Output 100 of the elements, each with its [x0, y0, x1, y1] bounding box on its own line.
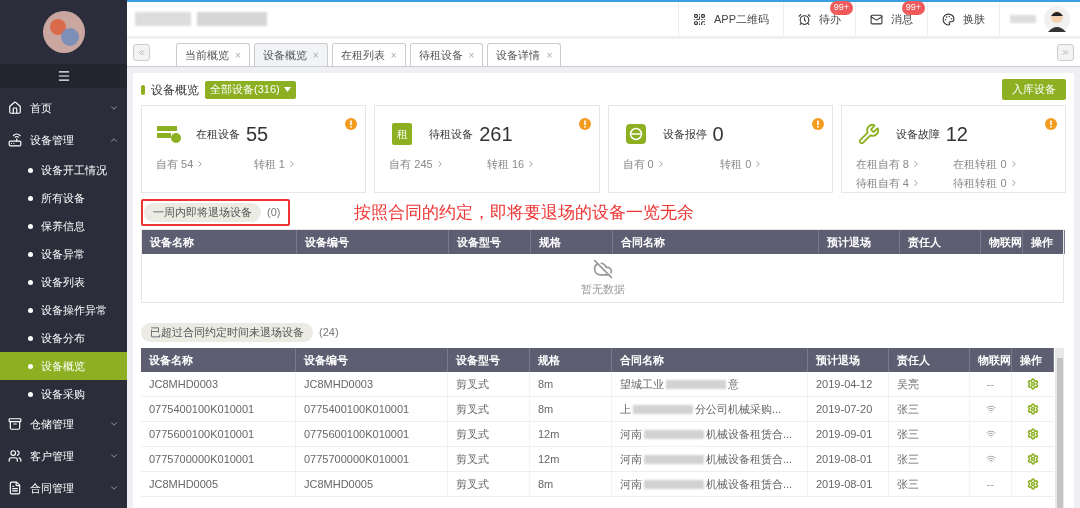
warning-icon: [345, 118, 358, 130]
contract-text: 上: [620, 401, 631, 417]
table-cell: 张三: [889, 397, 970, 421]
settings-icon[interactable]: [1027, 478, 1039, 490]
column-header: 设备型号: [448, 348, 530, 372]
settings-icon[interactable]: [1027, 453, 1039, 465]
wrench-icon: [857, 123, 880, 145]
nav-subitem[interactable]: 设备分布: [0, 324, 127, 352]
annotation-text: 按照合同的约定，即将要退场的设备一览无余: [354, 201, 695, 224]
column-header: 预计退场: [819, 230, 900, 254]
column-header: 设备名称: [142, 230, 297, 254]
stat-link[interactable]: 待租自有 4: [855, 174, 954, 191]
table-cell: 剪叉式: [448, 422, 530, 446]
column-header: 设备编号: [296, 348, 448, 372]
column-header: 责任人: [900, 230, 981, 254]
warning-icon: [1045, 118, 1057, 130]
chevron-down-icon: [109, 103, 119, 113]
stop-icon: [625, 124, 646, 144]
scroll-left-button[interactable]: [133, 44, 150, 61]
chevron-down-icon: [109, 451, 119, 461]
nav-subitem[interactable]: 设备列表: [0, 268, 127, 296]
menu-button[interactable]: [56, 69, 71, 83]
table-cell: 8m: [530, 472, 612, 496]
scrollbar[interactable]: [1055, 348, 1064, 508]
stat-link[interactable]: 转租 0: [720, 156, 818, 173]
section-label: 已超过合同约定时间未退场设备: [141, 323, 313, 342]
warning-icon: [578, 118, 591, 130]
header-button[interactable]: 待办 99+: [783, 2, 855, 36]
settings-icon[interactable]: [1027, 378, 1039, 390]
stat-link[interactable]: 自有 54: [156, 156, 254, 173]
column-header: 预计退场: [808, 348, 889, 372]
nav-subitem[interactable]: 设备采购: [0, 380, 127, 408]
stat-link[interactable]: 自有 0: [622, 156, 721, 173]
nav-item[interactable]: 设备管理: [0, 124, 127, 156]
table-cell: 0775700000K010001: [296, 447, 448, 471]
column-header: 设备编号: [297, 230, 449, 254]
settings-icon[interactable]: [1027, 428, 1039, 440]
scroll-right-button[interactable]: [1057, 44, 1074, 61]
nav-subitem[interactable]: 保养信息: [0, 212, 127, 240]
column-header: 操作: [1023, 230, 1065, 254]
table-cell: 0775600100K010001: [141, 422, 296, 446]
header-button[interactable]: APP二维码: [678, 2, 783, 36]
settings-icon[interactable]: [1027, 403, 1039, 415]
column-header: 规格: [530, 348, 612, 372]
header-button[interactable]: 消息 99+: [855, 2, 927, 36]
table-cell: 吴亮: [889, 372, 970, 396]
nav-item[interactable]: 首页: [0, 92, 127, 124]
alarm-clock-icon: [798, 12, 811, 26]
tab[interactable]: 当前概览 ×: [176, 43, 250, 66]
stat-link[interactable]: 转租 1: [253, 156, 352, 173]
user-avatar[interactable]: [1044, 6, 1070, 32]
nav-subitem[interactable]: 设备异常: [0, 240, 127, 268]
count-badge: 99+: [829, 1, 853, 15]
count-badge: 99+: [901, 1, 925, 15]
table-cell: JC8MHD0003: [296, 372, 448, 396]
nav-item[interactable]: 合同管理: [0, 472, 127, 504]
card-value: 0: [712, 122, 724, 147]
mail-icon: [870, 12, 883, 26]
tab[interactable]: 在租列表 ×: [331, 43, 406, 66]
nav-subitem[interactable]: 设备操作异常: [0, 296, 127, 324]
tab[interactable]: 待租设备 ×: [409, 43, 484, 66]
tab[interactable]: 设备详情 ×: [487, 43, 562, 66]
users-icon: [8, 449, 22, 463]
nav-subitem[interactable]: 所有设备: [0, 184, 127, 212]
stat-link[interactable]: 在租自有 8: [855, 156, 954, 173]
nav-item[interactable]: 仓储管理: [0, 408, 127, 440]
contract-text: 河南: [620, 451, 642, 467]
tab-label: 当前概览: [185, 47, 229, 63]
stat-link[interactable]: 在租转租 0: [953, 156, 1051, 173]
tab[interactable]: 设备概览 ×: [253, 43, 328, 66]
signal-icon: [985, 454, 996, 464]
contract-text: 河南: [620, 426, 642, 442]
header-button[interactable]: 换肤: [927, 2, 999, 36]
contract-text: 分公司机械采购...: [695, 401, 782, 417]
table-cell: JC8MHD0005: [296, 472, 448, 496]
section-label: 一周内即将退场设备: [144, 203, 261, 222]
table-cell: JC8MHD0005: [141, 472, 296, 496]
caret-icon: [283, 87, 291, 92]
stat-link[interactable]: 转租 16: [486, 156, 585, 173]
palette-icon: [942, 12, 955, 26]
empty-cloud-icon: [592, 258, 613, 279]
nav-item[interactable]: 客户管理: [0, 440, 127, 472]
stat-link[interactable]: 自有 245: [389, 156, 487, 173]
redacted-text: [644, 454, 704, 464]
column-header: 操作: [1012, 348, 1054, 372]
nav-subitem[interactable]: 设备开工情况: [0, 156, 127, 184]
chevron-down-icon: [109, 483, 119, 493]
tab-label: 在租列表: [340, 47, 385, 63]
stat-link[interactable]: 待租转租 0: [953, 174, 1051, 191]
document-icon: [8, 481, 22, 495]
double-chevron-left-icon: [137, 48, 146, 57]
column-header: 合同名称: [612, 348, 808, 372]
tab-label: 待租设备: [418, 47, 463, 63]
card-value: 55: [246, 122, 269, 147]
redacted-username: [1010, 15, 1036, 23]
column-header: 设备型号: [449, 230, 531, 254]
section-count: (0): [267, 205, 281, 221]
redacted-text: [644, 429, 704, 439]
chevron-up-icon: [109, 135, 119, 145]
redacted-text: [644, 479, 704, 489]
